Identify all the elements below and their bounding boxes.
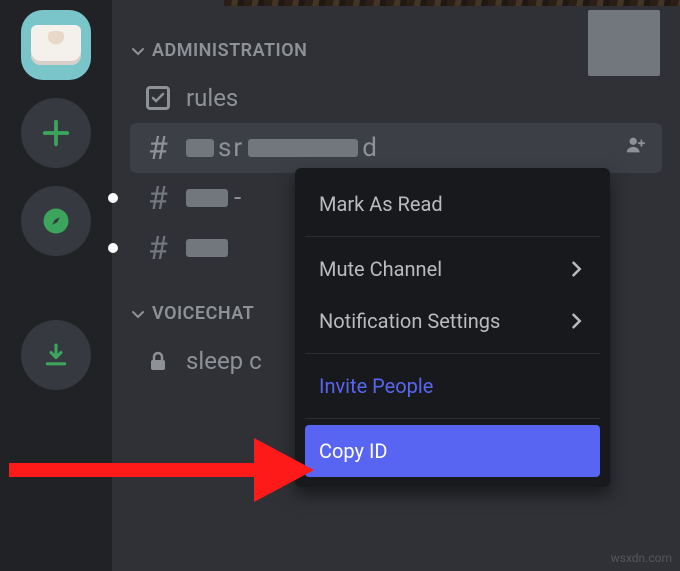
server-banner: [224, 0, 680, 6]
compass-icon: [41, 206, 71, 236]
unread-indicator: [108, 193, 118, 203]
menu-item-label: Mark As Read: [319, 192, 443, 216]
download-icon: [41, 340, 71, 370]
add-server-button[interactable]: [21, 98, 91, 168]
redacted-box: [588, 10, 660, 76]
channel-selected-redacted[interactable]: # sr d: [130, 123, 662, 173]
menu-invite-people[interactable]: Invite People: [305, 360, 600, 412]
create-invite-icon[interactable]: [624, 134, 646, 162]
hash-icon: #: [144, 129, 172, 167]
rules-icon: [144, 86, 172, 110]
redacted-text: [248, 139, 358, 157]
channel-label-fragment: sr: [218, 133, 244, 163]
channel-label: sleep c: [186, 347, 262, 375]
annotation-arrow: [4, 420, 324, 530]
redacted-text: [186, 189, 228, 207]
chevron-right-icon: [566, 311, 586, 331]
channel-context-menu: Mark As Read Mute Channel Notification S…: [295, 168, 610, 487]
menu-item-label: Notification Settings: [319, 309, 500, 333]
menu-separator: [305, 236, 600, 237]
menu-item-label: Copy ID: [319, 439, 388, 463]
chevron-right-icon: [566, 259, 586, 279]
category-label: VOICECHAT: [152, 303, 254, 324]
menu-notification-settings[interactable]: Notification Settings: [305, 295, 600, 347]
menu-mute-channel[interactable]: Mute Channel: [305, 243, 600, 295]
server-icon-active[interactable]: [21, 10, 91, 80]
watermark: wsxdn.com: [611, 551, 672, 565]
plus-icon: [41, 118, 71, 148]
menu-item-label: Mute Channel: [319, 257, 442, 281]
redacted-text: [186, 139, 214, 157]
category-header-administration[interactable]: ADMINISTRATION: [130, 34, 662, 73]
unread-indicator: [108, 243, 118, 253]
download-apps-button[interactable]: [21, 320, 91, 390]
channel-rules[interactable]: rules: [130, 73, 662, 123]
hash-icon: #: [144, 229, 172, 267]
keycap-icon: [31, 25, 81, 65]
menu-copy-id[interactable]: Copy ID: [305, 425, 600, 477]
channel-label-fragment: -: [234, 183, 243, 213]
discover-button[interactable]: [21, 186, 91, 256]
lock-icon: [144, 349, 172, 373]
menu-separator: [305, 353, 600, 354]
channel-label-fragment: d: [362, 133, 379, 163]
category-label: ADMINISTRATION: [152, 40, 307, 61]
chevron-down-icon: [130, 306, 146, 322]
menu-separator: [305, 418, 600, 419]
channel-label: rules: [186, 84, 238, 112]
menu-item-label: Invite People: [319, 374, 433, 398]
chevron-down-icon: [130, 43, 146, 59]
menu-mark-as-read[interactable]: Mark As Read: [305, 178, 600, 230]
hash-icon: #: [144, 179, 172, 217]
redacted-text: [186, 239, 228, 257]
